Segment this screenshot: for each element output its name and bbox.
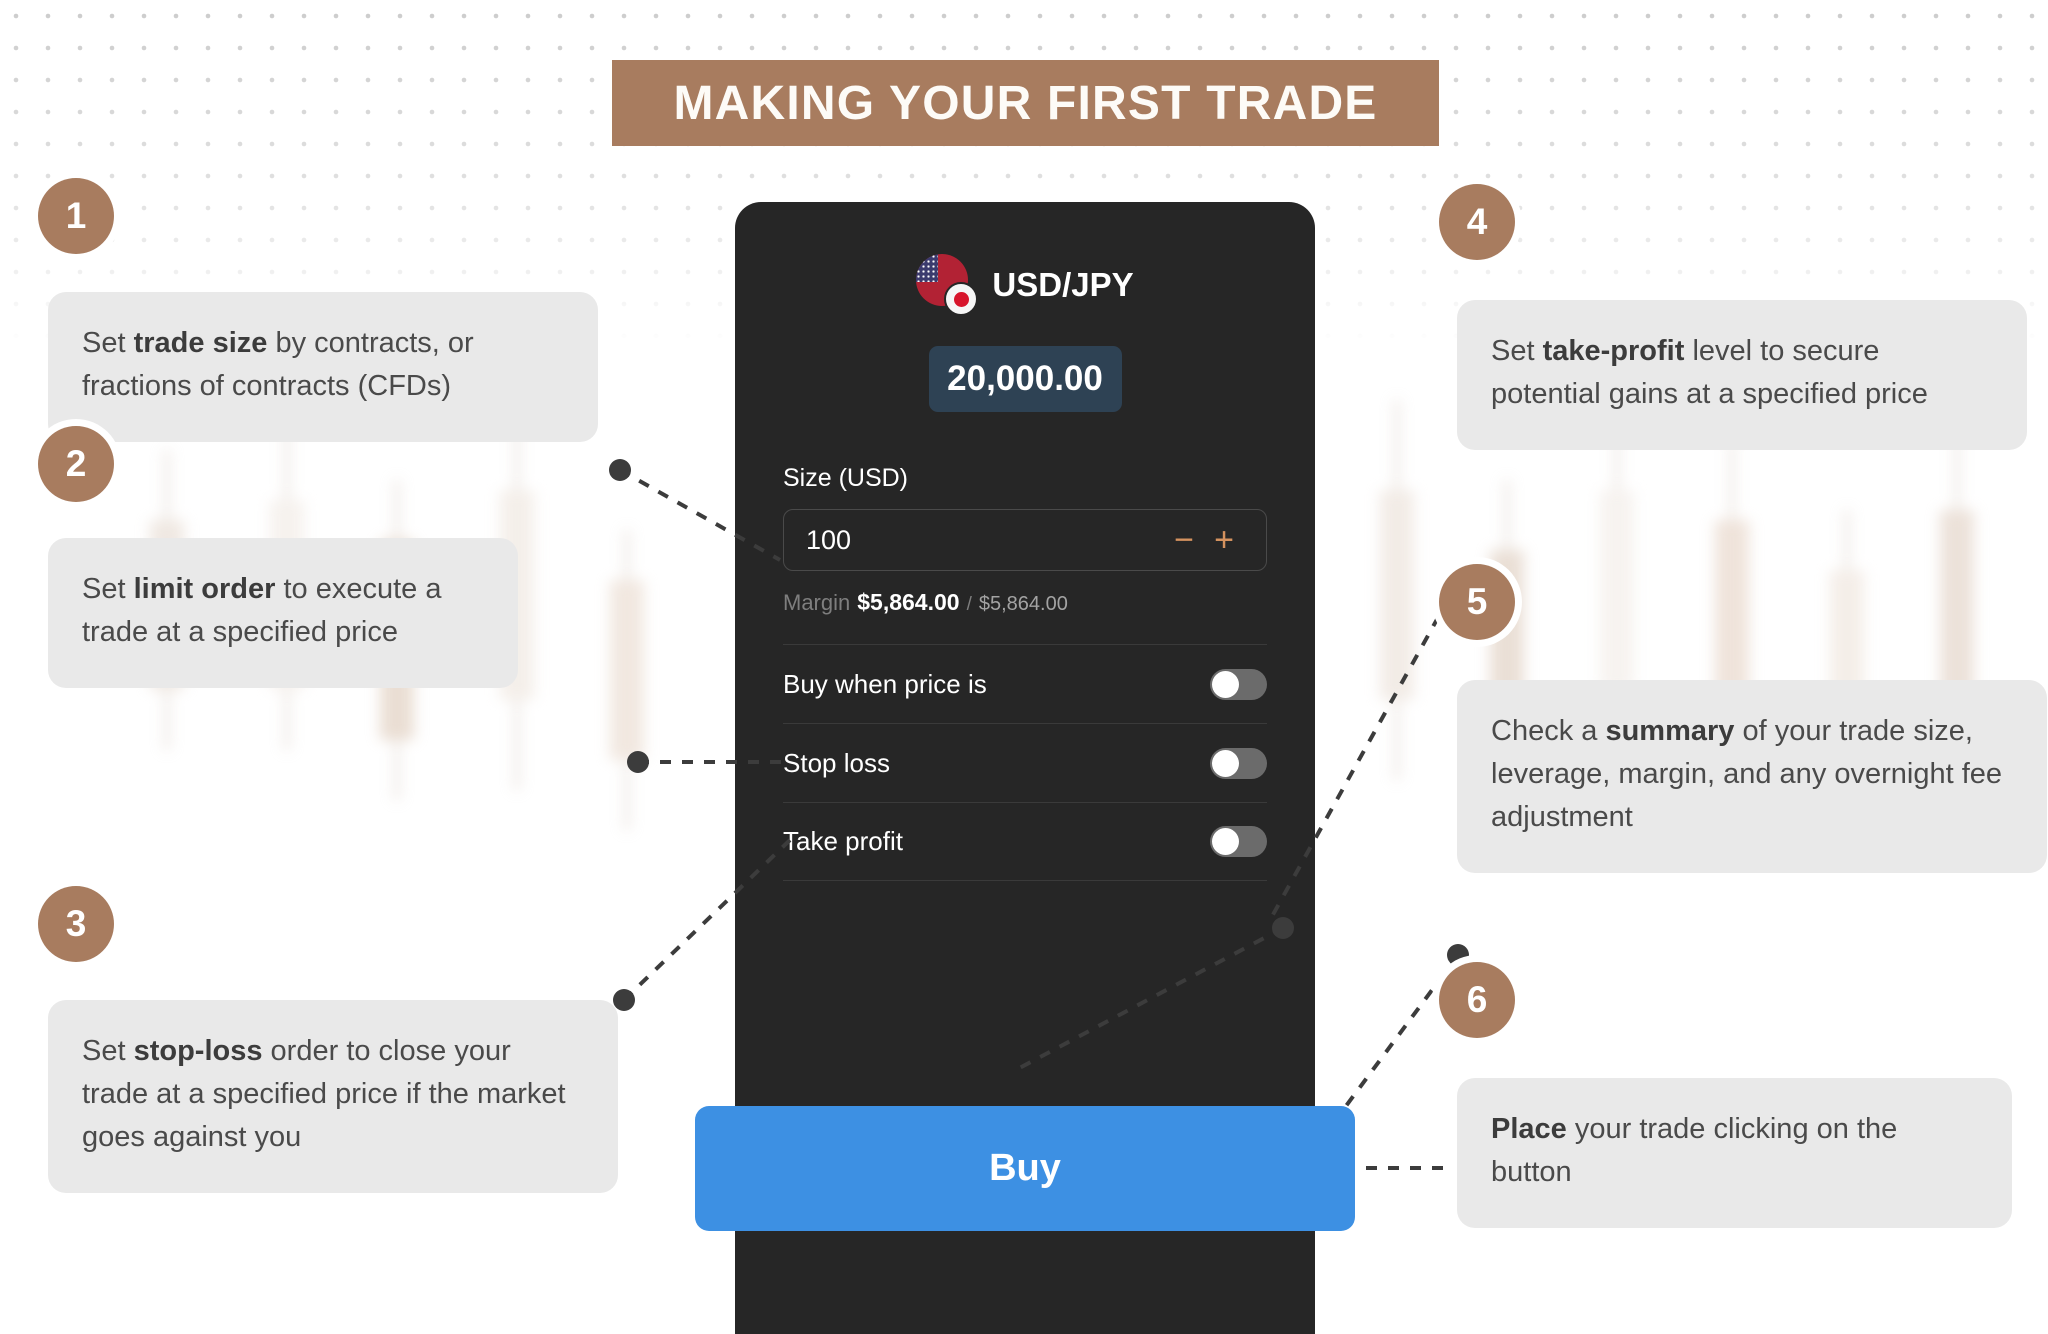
callout-text-3: Set stop-loss order to close your trade …: [48, 1000, 618, 1193]
margin-summary: Margin $5,864.00 / $5,864.00: [783, 589, 1267, 616]
currency-pair-label: USD/JPY: [992, 266, 1134, 303]
callout-badge-1: 1: [38, 178, 114, 254]
callout-text-5: Check a summary of your trade size, leve…: [1457, 680, 2047, 873]
buy-when-price-is-toggle[interactable]: [1210, 668, 1267, 700]
price-value: 20,000.00: [947, 359, 1103, 398]
currency-pair-row: USD/JPY: [735, 254, 1315, 316]
toggle-row-stop-loss[interactable]: Stop loss: [783, 723, 1267, 802]
price-chip: 20,000.00: [928, 346, 1122, 412]
callout-3: 3 Set stop-loss order to close your trad…: [38, 886, 618, 1193]
callout-badge-4: 4: [1439, 184, 1515, 260]
callout-text-2: Set limit order to execute a trade at a …: [48, 538, 518, 688]
toggle-row-buy-when-price-is[interactable]: Buy when price is: [783, 644, 1267, 723]
buy-button-label: Buy: [989, 1147, 1061, 1189]
page-title-banner: MAKING YOUR FIRST TRADE: [612, 60, 1439, 146]
margin-label: Margin: [783, 590, 851, 615]
toggle-label: Buy when price is: [783, 668, 987, 699]
size-label: Size (USD): [783, 464, 909, 492]
callout-4: 4 Set take-profit level to secure potent…: [1439, 184, 2027, 450]
background-candle: [610, 530, 644, 830]
page-title: MAKING YOUR FIRST TRADE: [673, 76, 1378, 130]
callout-1: 1 Set trade size by contracts, or fracti…: [38, 178, 598, 442]
callout-text-6: Place your trade clicking on the button: [1457, 1078, 2012, 1228]
toggle-label: Stop loss: [783, 747, 890, 778]
order-options-list: Buy when price is Stop loss Take profit: [783, 644, 1267, 881]
margin-total-value: $5,864.00: [978, 593, 1068, 615]
stop-loss-toggle[interactable]: [1210, 747, 1267, 779]
margin-used-value: $5,864.00: [857, 589, 960, 615]
background-candle: [1380, 400, 1414, 780]
toggle-row-take-profit[interactable]: Take profit: [783, 802, 1267, 881]
margin-separator: /: [966, 594, 972, 615]
callout-badge-2: 2: [38, 426, 114, 502]
callout-badge-3: 3: [38, 886, 114, 962]
size-input[interactable]: 100 − +: [783, 509, 1267, 571]
callout-badge-5: 5: [1439, 564, 1515, 640]
callout-text-1: Set trade size by contracts, or fraction…: [48, 292, 598, 442]
currency-pair-flags: [916, 254, 979, 316]
jp-flag-icon: [944, 282, 979, 316]
callout-badge-6: 6: [1439, 962, 1515, 1038]
callout-text-4: Set take-profit level to secure potentia…: [1457, 300, 2027, 450]
callout-2: 2 Set limit order to execute a trade at …: [38, 426, 518, 688]
callout-6: 6 Place your trade clicking on the butto…: [1439, 962, 2012, 1228]
callout-5: 5 Check a summary of your trade size, le…: [1439, 564, 2047, 873]
take-profit-toggle[interactable]: [1210, 826, 1267, 857]
buy-button[interactable]: Buy: [695, 1106, 1355, 1231]
toggle-label: Take profit: [783, 826, 903, 856]
decrement-button[interactable]: −: [1164, 523, 1204, 557]
size-value[interactable]: 100: [806, 525, 1164, 556]
increment-button[interactable]: +: [1204, 523, 1244, 557]
